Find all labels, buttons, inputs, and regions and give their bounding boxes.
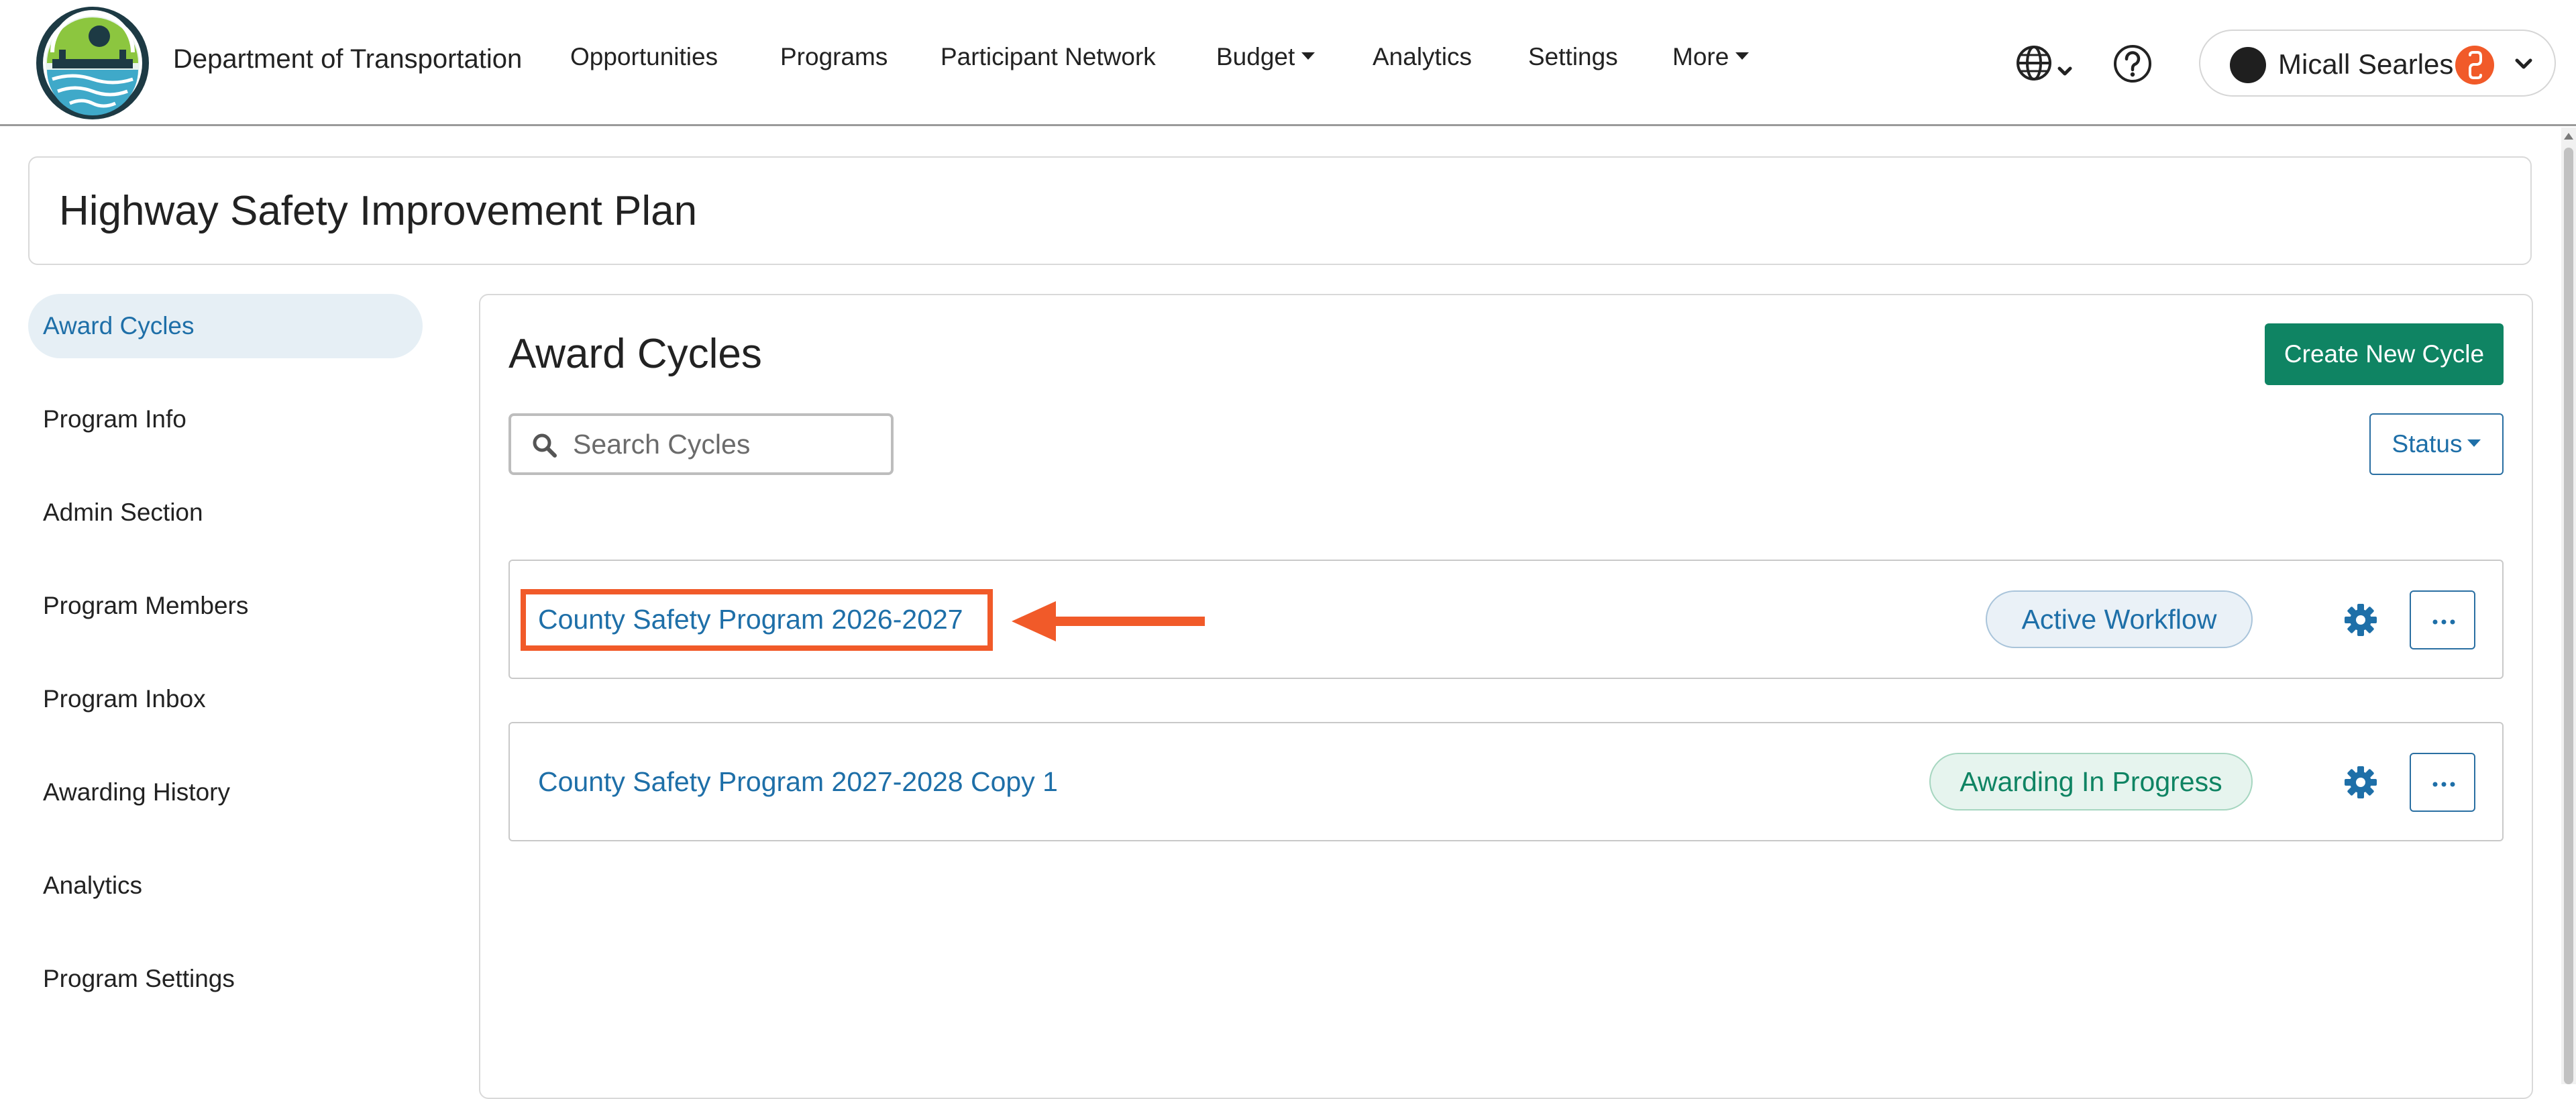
avatar — [2230, 47, 2266, 83]
gear-icon[interactable] — [2343, 603, 2378, 641]
user-menu[interactable]: Micall Searles — [2199, 30, 2556, 97]
org-logo[interactable] — [32, 5, 153, 121]
more-actions-button[interactable] — [2410, 590, 2475, 649]
search-icon — [531, 432, 558, 462]
sidebar-item-program-inbox[interactable]: Program Inbox — [28, 667, 423, 731]
sidebar-item-program-settings[interactable]: Program Settings — [28, 947, 423, 1011]
search-input[interactable] — [572, 416, 880, 472]
nav-more[interactable]: More — [1672, 43, 1750, 71]
sidebar-item-awarding-history[interactable]: Awarding History — [28, 760, 423, 825]
sidebar-item-award-cycles[interactable]: Award Cycles — [28, 294, 423, 358]
nav-participant-network[interactable]: Participant Network — [941, 43, 1156, 71]
ellipsis-icon — [2432, 619, 2455, 625]
page-title-card: Highway Safety Improvement Plan — [28, 156, 2532, 265]
nav-more-label: More — [1672, 43, 1729, 70]
page-title: Highway Safety Improvement Plan — [59, 188, 698, 234]
status-filter-button[interactable]: Status — [2369, 413, 2504, 475]
nav-programs[interactable]: Programs — [780, 43, 888, 71]
sidebar-item-admin-section[interactable]: Admin Section — [28, 480, 423, 545]
status-filter-label: Status — [2392, 430, 2463, 458]
globe-icon — [2017, 46, 2072, 81]
nav-budget-label: Budget — [1216, 43, 1295, 70]
sidebar-item-program-members[interactable]: Program Members — [28, 574, 423, 638]
caret-down-icon — [1301, 52, 1316, 60]
help-button[interactable] — [2112, 43, 2153, 88]
status-badge: Active Workflow — [1986, 590, 2253, 648]
more-actions-button[interactable] — [2410, 753, 2475, 812]
app-badge-icon — [2455, 46, 2494, 85]
top-navbar: Department of Transportation Opportuniti… — [0, 0, 2576, 126]
nav-opportunities[interactable]: Opportunities — [570, 43, 718, 71]
search-field[interactable] — [508, 413, 894, 475]
org-name[interactable]: Department of Transportation — [173, 44, 522, 74]
create-new-cycle-button[interactable]: Create New Cycle — [2265, 323, 2504, 385]
gear-icon[interactable] — [2343, 765, 2378, 803]
cycle-row: County Safety Program 2026-2027 Active W… — [508, 560, 2504, 679]
nav-settings[interactable]: Settings — [1528, 43, 1618, 71]
panel-title: Award Cycles — [508, 331, 762, 377]
cycle-link[interactable]: County Safety Program 2027-2028 Copy 1 — [538, 766, 1058, 798]
cycle-row: County Safety Program 2027-2028 Copy 1 A… — [508, 722, 2504, 841]
cycle-link[interactable]: County Safety Program 2026-2027 — [538, 604, 963, 635]
annotation-arrow-icon — [1009, 594, 1210, 651]
scroll-thumb[interactable] — [2564, 148, 2573, 1084]
nav-budget[interactable]: Budget — [1216, 43, 1316, 71]
caret-down-icon — [2467, 439, 2481, 447]
ellipsis-icon — [2432, 782, 2455, 787]
award-cycles-panel: Award Cycles Create New Cycle Status Cou… — [479, 294, 2533, 1099]
chevron-down-icon — [2510, 51, 2537, 81]
caret-down-icon — [1735, 52, 1750, 60]
sidebar-item-analytics[interactable]: Analytics — [28, 853, 423, 918]
page-scrollbar[interactable] — [2561, 127, 2576, 1084]
language-selector[interactable] — [2014, 42, 2081, 88]
user-name: Micall Searles — [2278, 48, 2454, 80]
status-badge: Awarding In Progress — [1929, 753, 2253, 810]
help-icon — [2114, 45, 2151, 83]
scroll-up-icon[interactable] — [2564, 133, 2573, 140]
sidebar-item-program-info[interactable]: Program Info — [28, 387, 423, 452]
nav-analytics[interactable]: Analytics — [1373, 43, 1472, 71]
